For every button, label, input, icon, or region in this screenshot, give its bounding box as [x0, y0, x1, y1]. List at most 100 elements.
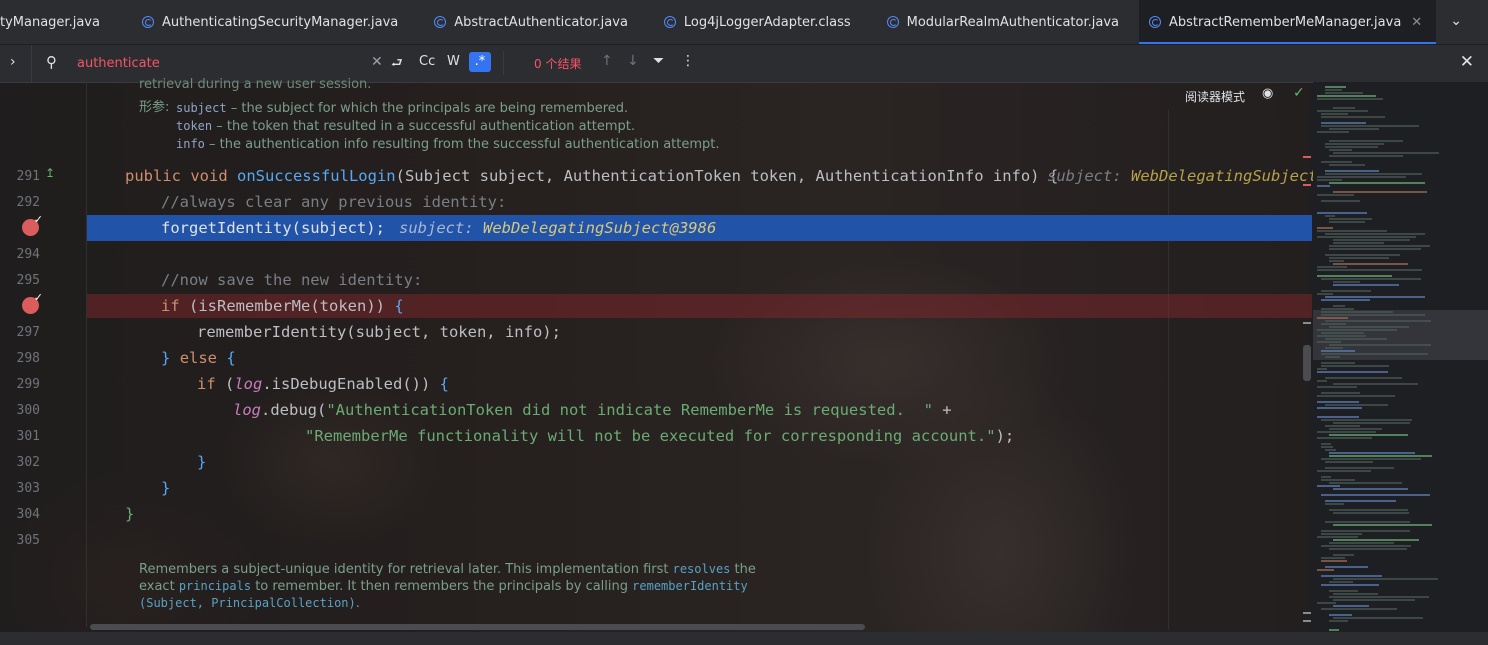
error-stripe-marker[interactable]: [1303, 184, 1311, 186]
code-line-297: rememberIdentity(subject, token, info);: [197, 323, 561, 341]
minimap-line: [1317, 110, 1368, 112]
close-icon[interactable]: ✕: [1411, 15, 1422, 30]
arrow-up-icon[interactable]: ↑: [601, 53, 613, 69]
minimap-line: [1329, 257, 1389, 259]
close-icon[interactable]: ✕: [371, 54, 383, 70]
minimap-line: [1329, 140, 1403, 142]
tab-log4j-logger-adapter[interactable]: Log4jLoggerAdapter.class: [654, 0, 865, 44]
minimap-line: [1325, 146, 1378, 148]
minimap-line: [1317, 179, 1342, 181]
minimap-line: [1317, 98, 1383, 100]
minimap-line: [1317, 236, 1416, 238]
editor-tab-bar: tyManager.java AuthenticatingSecurityMan…: [0, 0, 1488, 45]
minimap-line: [1321, 530, 1410, 532]
new-line-icon[interactable]: ⮐: [391, 54, 403, 76]
minimap-line: [1329, 614, 1352, 616]
minimap-line: [1333, 239, 1410, 241]
error-stripe-marker[interactable]: [1303, 156, 1311, 158]
minimap-line: [1317, 212, 1367, 214]
status-strip: [0, 632, 1488, 645]
minimap-line: [1325, 503, 1344, 505]
minimap-line: [1317, 293, 1333, 295]
minimap-line: [1329, 620, 1348, 622]
tab-abstract-authenticator[interactable]: AbstractAuthenticator.java: [424, 0, 642, 44]
tab-label: ModularRealmAuthenticator.java: [906, 14, 1119, 30]
minimap-line: [1325, 143, 1384, 145]
minimap-line: [1329, 455, 1432, 457]
error-stripe-marker[interactable]: [1303, 612, 1311, 614]
minimap-line: [1321, 392, 1360, 394]
minimap-line: [1333, 242, 1384, 244]
code-minimap[interactable]: [1313, 82, 1488, 645]
java-class-icon: [1148, 16, 1161, 28]
breakpoint-icon[interactable]: [22, 291, 43, 314]
minimap-line: [1321, 545, 1411, 547]
code-line-302: }: [197, 453, 207, 471]
more-options-icon[interactable]: ⋮: [681, 53, 695, 69]
minimap-line: [1317, 569, 1334, 571]
javadoc-cut-line: retrieval during a new user session.: [139, 77, 372, 92]
horizontal-scrollbar[interactable]: [90, 624, 865, 630]
minimap-line: [1329, 590, 1358, 592]
line-number: 297: [16, 325, 40, 340]
arrow-down-icon[interactable]: ↓: [627, 53, 639, 69]
tab-security-manager[interactable]: tyManager.java: [0, 0, 114, 44]
code-line-304: }: [125, 505, 135, 523]
eye-off-icon[interactable]: ◉: [1262, 86, 1273, 101]
minimap-line: [1325, 338, 1387, 340]
javadoc-link[interactable]: resolves: [673, 562, 731, 576]
minimap-line: [1325, 296, 1425, 298]
breakpoint-icon[interactable]: [22, 213, 43, 236]
minimap-line: [1317, 395, 1395, 397]
reader-mode-toggle[interactable]: 阅读器模式: [1185, 88, 1245, 105]
search-icon[interactable]: ⚲: [46, 53, 57, 71]
chevron-right-icon[interactable]: ›: [10, 54, 16, 70]
error-stripe-marker[interactable]: [1303, 620, 1311, 622]
minimap-line: [1329, 548, 1407, 550]
close-icon[interactable]: ✕: [1460, 52, 1474, 72]
minimap-line: [1321, 299, 1370, 301]
javadoc-param-token: token – the token that resulted in a suc…: [176, 119, 635, 134]
minimap-line: [1325, 377, 1402, 379]
match-case-button[interactable]: Cc: [419, 54, 435, 69]
error-stripe-marker[interactable]: [1303, 322, 1311, 324]
minimap-line: [1329, 434, 1408, 436]
code-line-301: "RememberMe functionality will not be ex…: [305, 427, 1015, 445]
code-line-292: //always clear any previous identity:: [161, 193, 507, 211]
chevron-down-icon[interactable]: ⌄: [1450, 13, 1462, 29]
tab-modular-realm-authenticator[interactable]: ModularRealmAuthenticator.java: [877, 0, 1133, 44]
minimap-line: [1325, 500, 1396, 502]
javadoc-params-label: 形参:: [139, 100, 170, 115]
minimap-line: [1329, 542, 1394, 544]
minimap-line: [1329, 452, 1415, 454]
line-number: 304: [16, 507, 40, 522]
javadoc-param-info: info – the authentication info resulting…: [176, 137, 720, 152]
minimap-line: [1325, 215, 1335, 217]
minimap-line: [1333, 539, 1419, 541]
javadoc-line: (Subject, PrincipalCollection).: [139, 596, 360, 611]
tab-authenticating-security-manager[interactable]: AuthenticatingSecurityManager.java: [132, 0, 412, 44]
minimap-line: [1321, 278, 1421, 280]
javadoc-link[interactable]: (Subject, PrincipalCollection): [139, 596, 356, 610]
javadoc-link[interactable]: principals: [179, 579, 251, 593]
override-method-icon[interactable]: ↥: [45, 166, 55, 180]
filter-icon[interactable]: ⏷: [653, 53, 664, 69]
minimap-line: [1333, 284, 1399, 286]
minimap-line: [1321, 161, 1352, 163]
javadoc-param-subject: subject – the subject for which the prin…: [176, 101, 629, 116]
words-button[interactable]: W: [447, 54, 460, 69]
minimap-line: [1317, 194, 1354, 196]
minimap-line: [1321, 476, 1331, 478]
tab-abstract-remember-me-manager[interactable]: AbstractRememberMeManager.java ✕: [1138, 0, 1437, 44]
vertical-scrollbar[interactable]: [1303, 345, 1311, 381]
javadoc-link[interactable]: rememberIdentity: [632, 579, 748, 593]
minimap-line: [1325, 347, 1343, 349]
java-class-icon: [434, 16, 447, 28]
minimap-line: [1329, 509, 1408, 511]
tab-label: tyManager.java: [0, 14, 100, 30]
checkmark-icon[interactable]: ✓: [1293, 85, 1305, 101]
minimap-line: [1333, 605, 1369, 607]
minimap-line: [1325, 467, 1394, 469]
search-input[interactable]: [77, 54, 357, 72]
regex-button[interactable]: .*: [469, 52, 491, 72]
